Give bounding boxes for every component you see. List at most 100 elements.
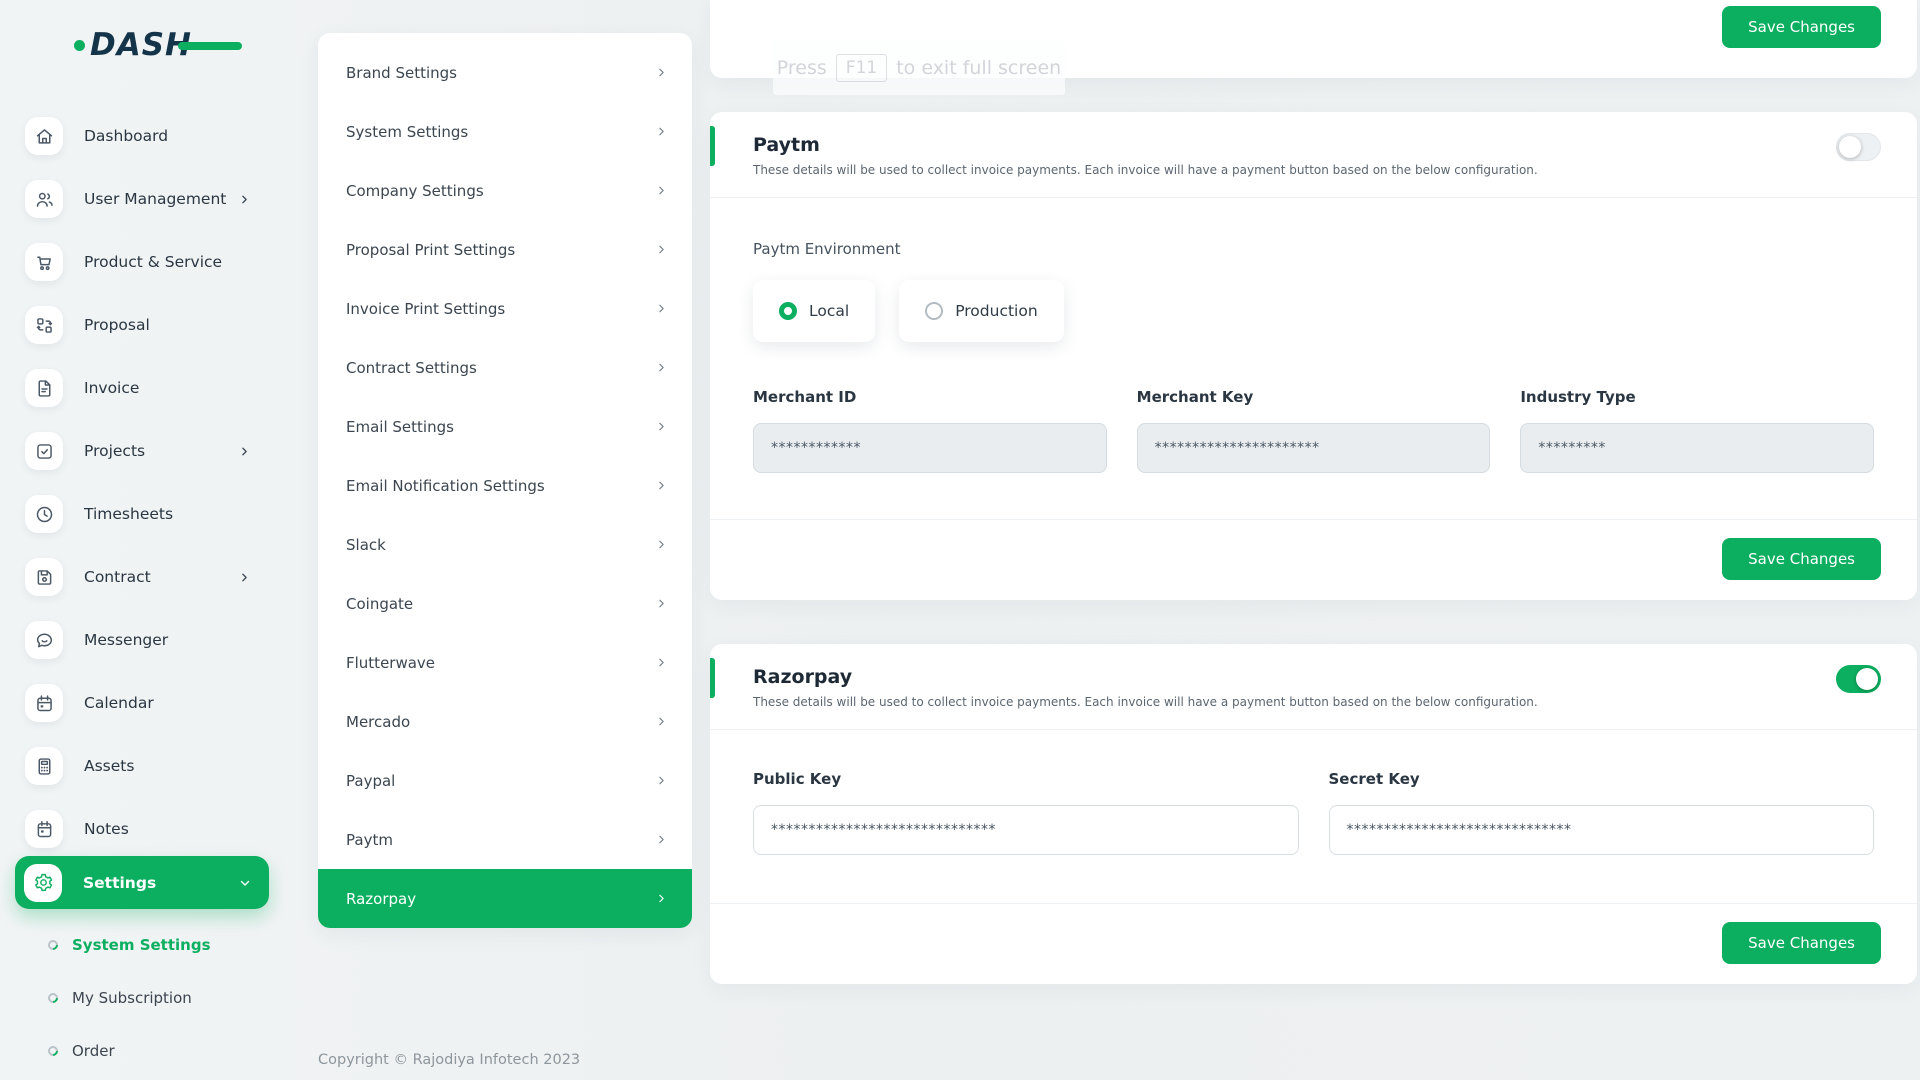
accent-bar [710,658,715,698]
chat-icon [25,621,63,659]
copyright-text: Copyright © Rajodiya Infotech 2023 [318,1052,580,1068]
accent-bar [710,126,715,166]
chevron-right-icon [655,243,668,256]
public-key-label: Public Key [753,770,1299,788]
settings-menu-label: Mercado [346,713,410,731]
chevron-right-icon [655,420,668,433]
settings-menu-label: Brand Settings [346,64,457,82]
main-content: Save Changes Press F11 to exit full scre… [710,0,1917,984]
sidebar-item-label: Assets [84,757,134,775]
save-changes-button-razorpay[interactable]: Save Changes [1722,922,1881,964]
sidebar-item-label: Projects [84,442,145,460]
settings-menu-item-flutterwave[interactable]: Flutterwave [318,633,692,692]
chevron-right-icon [655,125,668,138]
save-changes-button-top[interactable]: Save Changes [1722,6,1881,48]
sidebar-item-notes[interactable]: Notes [25,810,280,848]
chevron-right-icon [238,193,251,206]
paytm-description: These details will be used to collect in… [753,163,1881,177]
merchant-key-input [1137,423,1491,473]
sidebar-item-calendar[interactable]: Calendar [25,684,280,722]
sidebar-item-dashboard[interactable]: Dashboard [25,117,280,155]
paytm-card-header: Paytm These details will be used to coll… [710,112,1917,198]
settings-menu-item-company-settings[interactable]: Company Settings [318,161,692,220]
paytm-fields: Merchant ID Merchant Key Industry Type [753,388,1874,473]
sidebar-item-settings[interactable]: Settings [15,856,269,909]
save-changes-button-paytm[interactable]: Save Changes [1722,538,1881,580]
settings-menu-item-slack[interactable]: Slack [318,515,692,574]
paytm-environment-label: Paytm Environment [753,240,1874,258]
settings-menu-label: Proposal Print Settings [346,241,515,259]
industry-type-field-group: Industry Type [1520,388,1874,473]
sidebar-subitem-order[interactable]: Order [0,1028,211,1074]
settings-menu-item-coingate[interactable]: Coingate [318,574,692,633]
paytm-enable-toggle[interactable] [1836,133,1881,161]
logo-bar-icon [178,42,242,50]
sidebar-item-user-management[interactable]: User Management [25,180,280,218]
logo-text: DASH [90,27,192,63]
home-icon [25,117,63,155]
public-key-input[interactable] [753,805,1299,855]
secret-key-input[interactable] [1329,805,1875,855]
chevron-right-icon [655,656,668,669]
calendar-icon [25,684,63,722]
sidebar-item-label: User Management [84,190,226,208]
razorpay-description: These details will be used to collect in… [753,695,1881,709]
settings-menu-item-system-settings[interactable]: System Settings [318,102,692,161]
settings-menu-item-proposal-print-settings[interactable]: Proposal Print Settings [318,220,692,279]
settings-menu-label: Invoice Print Settings [346,300,505,318]
settings-menu-item-contract-settings[interactable]: Contract Settings [318,338,692,397]
sidebar-item-label: Proposal [84,316,150,334]
sidebar-item-proposal[interactable]: Proposal [25,306,280,344]
users-icon [25,180,63,218]
notes-icon [25,810,63,848]
settings-menu-label: System Settings [346,123,468,141]
settings-menu-item-brand-settings[interactable]: Brand Settings [318,43,692,102]
sidebar-subitem-label: Order [72,1042,115,1060]
sidebar-item-invoice[interactable]: Invoice [25,369,280,407]
settings-menu-label: Razorpay [346,890,416,908]
sidebar-subitem-system-settings[interactable]: System Settings [0,922,211,968]
razorpay-settings-card: Razorpay These details will be used to c… [710,644,1917,984]
sidebar-item-contract[interactable]: Contract [25,558,280,596]
merchant-id-label: Merchant ID [753,388,1107,406]
toggle-knob [1839,136,1861,158]
settings-menu-item-email-notification-settings[interactable]: Email Notification Settings [318,456,692,515]
sidebar-item-messenger[interactable]: Messenger [25,621,280,659]
sidebar-item-projects[interactable]: Projects [25,432,280,470]
sidebar-item-label: Timesheets [84,505,173,523]
razorpay-fields: Public Key Secret Key [753,770,1874,855]
sidebar-item-assets[interactable]: Assets [25,747,280,785]
env-option-production[interactable]: Production [899,280,1063,342]
settings-menu-item-email-settings[interactable]: Email Settings [318,397,692,456]
sidebar-item-label: Invoice [84,379,139,397]
chevron-right-icon [655,774,668,787]
paytm-card-footer: Save Changes [710,519,1917,600]
secret-key-field-group: Secret Key [1329,770,1875,855]
cart-icon [25,243,63,281]
chevron-right-icon [655,833,668,846]
settings-menu-label: Coingate [346,595,413,613]
calculator-icon [25,747,63,785]
razorpay-enable-toggle[interactable] [1836,665,1881,693]
settings-menu-label: Paypal [346,772,395,790]
sidebar-subitem-my-subscription[interactable]: My Subscription [0,975,211,1021]
chevron-right-icon [655,538,668,551]
sidebar-item-label: Dashboard [84,127,168,145]
chevron-right-icon [655,892,668,905]
settings-menu-label: Email Settings [346,418,454,436]
sidebar-item-timesheets[interactable]: Timesheets [25,495,280,533]
sidebar-item-product-service[interactable]: Product & Service [25,243,280,281]
radio-label: Production [955,302,1037,320]
env-option-local[interactable]: Local [753,280,875,342]
settings-menu-item-invoice-print-settings[interactable]: Invoice Print Settings [318,279,692,338]
settings-menu-item-razorpay[interactable]: Razorpay [318,869,692,928]
logo-dot-icon [74,40,85,51]
chevron-right-icon [655,715,668,728]
chevron-right-icon [655,66,668,79]
settings-menu-item-mercado[interactable]: Mercado [318,692,692,751]
settings-menu-item-paytm[interactable]: Paytm [318,810,692,869]
settings-menu-item-paypal[interactable]: Paypal [318,751,692,810]
razorpay-card-header: Razorpay These details will be used to c… [710,644,1917,730]
sidebar-item-label: Contract [84,568,151,586]
merchant-key-label: Merchant Key [1137,388,1491,406]
